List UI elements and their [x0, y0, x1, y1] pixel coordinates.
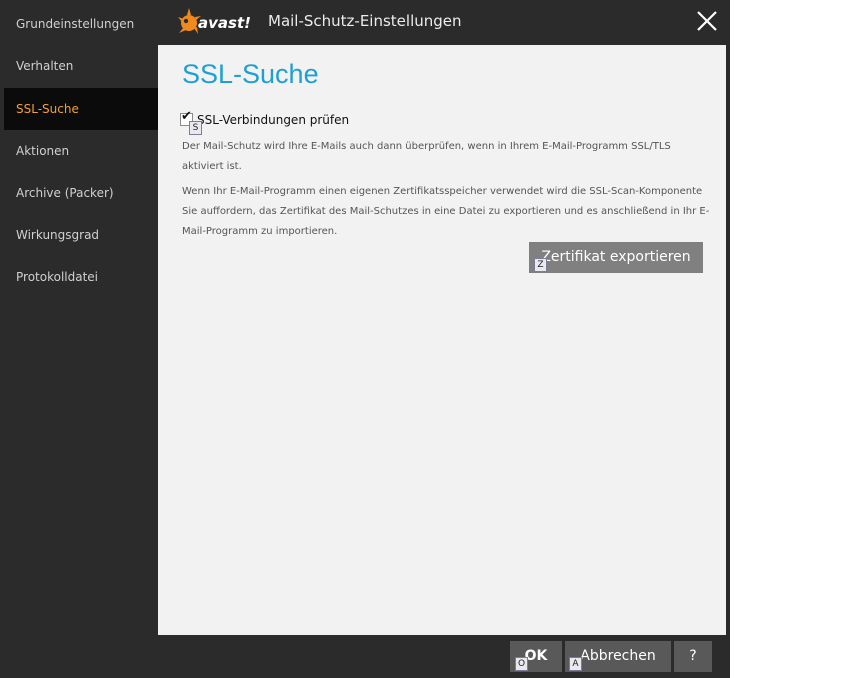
description-certificate: Wenn Ihr E-Mail-Programm einen eigenen Z… [182, 186, 710, 237]
sidebar-item-label: Archive (Packer) [16, 186, 114, 200]
sidebar-item-grundeinstellungen[interactable]: Grundeinstellungen [4, 3, 158, 45]
hotkey-hint-o: O [515, 657, 528, 671]
hotkey-hint-s: S [189, 121, 202, 135]
sidebar-item-label: SSL-Suche [16, 102, 79, 116]
close-icon[interactable] [694, 8, 720, 34]
sidebar-item-label: Verhalten [16, 59, 74, 73]
cancel-button-label: Abbrechen [580, 648, 656, 664]
sidebar-item-verhalten[interactable]: Verhalten [4, 45, 158, 87]
sidebar-item-archive[interactable]: Archive (Packer) [4, 172, 158, 214]
help-button-label: ? [689, 648, 697, 664]
page-title: SSL-Suche [182, 59, 319, 89]
help-button[interactable]: ? [674, 641, 712, 672]
hotkey-hint-z: Z [534, 258, 547, 272]
sidebar: Grundeinstellungen Verhalten SSL-Suche A… [0, 0, 158, 678]
brand-name: avast! [198, 14, 251, 32]
cancel-button[interactable]: Abbrechen A [565, 641, 671, 672]
avast-logo-icon: avast! [176, 6, 260, 40]
sidebar-item-wirkungsgrad[interactable]: Wirkungsgrad [4, 214, 158, 256]
ok-button-label: OK [524, 648, 548, 664]
hotkey-hint-a: A [569, 657, 582, 671]
settings-window: Grundeinstellungen Verhalten SSL-Suche A… [0, 0, 730, 678]
sidebar-item-label: Aktionen [16, 144, 70, 158]
sidebar-item-label: Protokolldatei [16, 270, 99, 284]
export-button-label: Zertifikat exportieren [541, 249, 691, 265]
sidebar-item-label: Wirkungsgrad [16, 228, 100, 242]
sidebar-item-aktionen[interactable]: Aktionen [4, 130, 158, 172]
export-certificate-button[interactable]: Zertifikat exportieren Z [529, 242, 703, 273]
title-bar: avast! Mail-Schutz-Einstellungen [158, 0, 730, 45]
window-title: Mail-Schutz-Einstellungen [268, 12, 462, 30]
description-ssl: Der Mail-Schutz wird Ihre E-Mails auch d… [182, 141, 671, 172]
sidebar-item-label: Grundeinstellungen [16, 17, 135, 31]
sidebar-item-protokolldatei[interactable]: Protokolldatei [4, 256, 158, 298]
ok-button[interactable]: OK O [510, 641, 562, 672]
checkbox-label: SSL-Verbindungen prüfen [197, 113, 350, 127]
sidebar-item-ssl-suche[interactable]: SSL-Suche [4, 88, 158, 130]
settings-panel: SSL-Suche ✔ SSL-Verbindungen prüfen S De… [158, 45, 726, 635]
